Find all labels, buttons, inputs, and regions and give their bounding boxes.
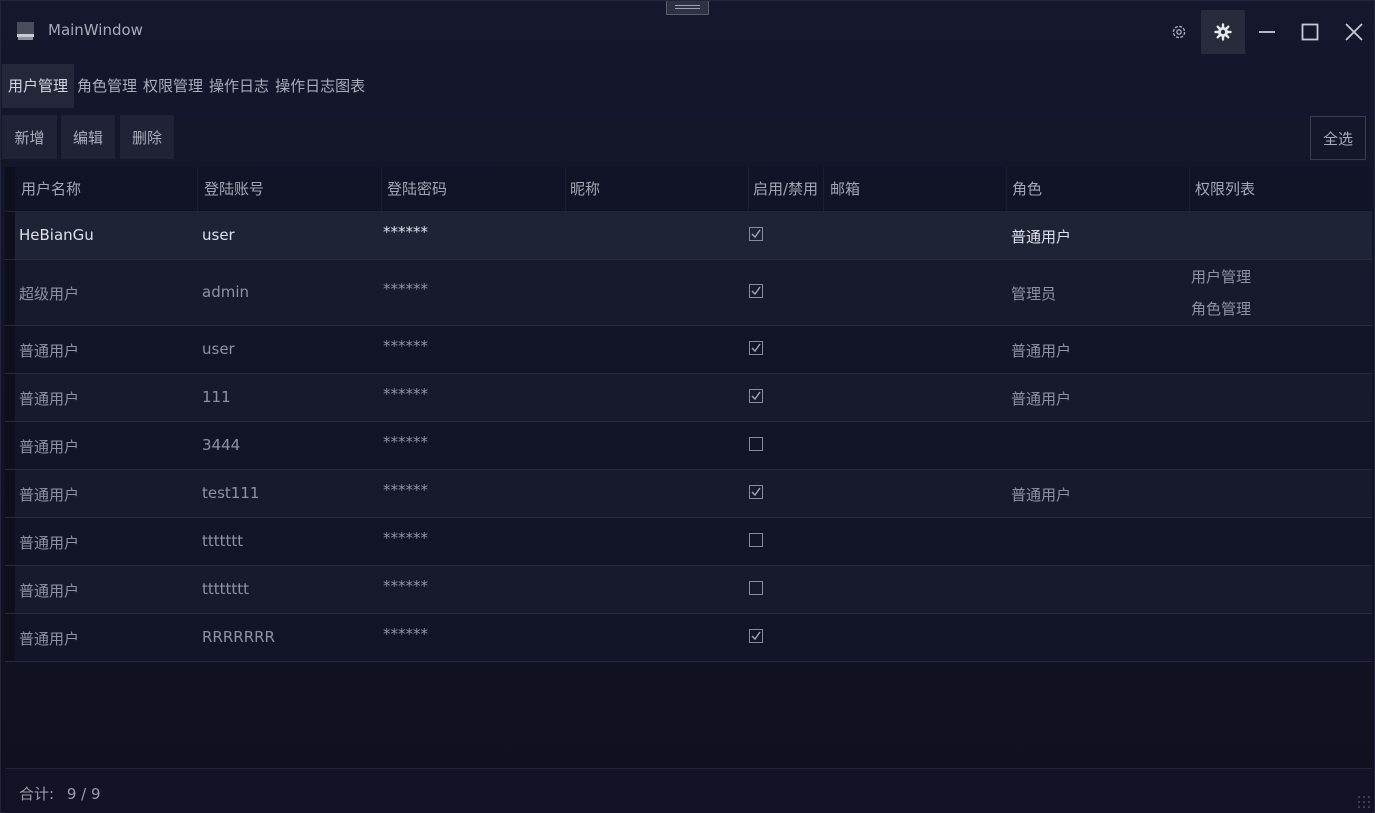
resize-grip-icon[interactable] <box>1358 796 1370 808</box>
theme-settings-button[interactable] <box>1157 10 1201 54</box>
cell-role: 普通用户 <box>1011 228 1072 246</box>
checkmark-icon <box>751 286 761 296</box>
table-row[interactable]: 普通用户 ttttttt ****** <box>5 518 1372 566</box>
enabled-checkbox[interactable] <box>749 485 763 499</box>
table-row[interactable]: HeBianGu user ****** 普通用户 <box>5 212 1372 260</box>
table-body: HeBianGu user ****** 普通用户 超级用户 admin ****** 管理员… <box>5 212 1372 662</box>
cell-password: ****** <box>383 337 428 355</box>
tab-permission-management[interactable]: 权限管理 <box>140 64 206 108</box>
column-header-permissions[interactable]: 权限列表 <box>1195 167 1255 211</box>
cell-password: ****** <box>383 280 428 298</box>
window-title: MainWindow <box>48 21 143 39</box>
tab-role-management[interactable]: 角色管理 <box>74 64 140 108</box>
table-row[interactable]: 超级用户 admin ****** 管理员 用户管理角色管理 <box>5 260 1372 326</box>
theme-settings-icon <box>1172 25 1186 39</box>
tab-operation-log[interactable]: 操作日志 <box>206 64 272 108</box>
user-table: 用户名称 登陆账号 登陆密码 昵称 启用/禁用 邮箱 角色 权限列表 HeBia… <box>5 167 1372 662</box>
table-row[interactable]: 普通用户 user ****** 普通用户 <box>5 326 1372 374</box>
cell-permission-item: 用户管理 <box>1191 268 1252 286</box>
enabled-checkbox[interactable] <box>749 341 763 355</box>
select-all-button[interactable]: 全选 <box>1310 116 1366 160</box>
tab-user-management[interactable]: 用户管理 <box>2 64 75 108</box>
app-icon <box>17 22 34 40</box>
cell-account: tttttttt <box>202 580 250 598</box>
drag-handle[interactable] <box>666 1 709 15</box>
column-header-password[interactable]: 登陆密码 <box>387 167 447 211</box>
cell-username: 超级用户 <box>19 285 80 303</box>
column-header-enabled[interactable]: 启用/禁用 <box>753 167 818 211</box>
cell-password: ****** <box>383 385 428 403</box>
checkmark-icon <box>751 229 761 239</box>
cell-password: ****** <box>383 577 428 595</box>
cell-username: 普通用户 <box>19 438 80 456</box>
enabled-checkbox[interactable] <box>749 581 763 595</box>
cell-account: RRRRRRR <box>202 628 275 646</box>
cell-role: 普通用户 <box>1011 342 1072 360</box>
settings-button[interactable] <box>1201 10 1245 54</box>
maximize-button[interactable] <box>1288 10 1332 54</box>
cell-password: ****** <box>383 529 428 547</box>
enabled-checkbox[interactable] <box>749 227 763 241</box>
cell-username: HeBianGu <box>19 226 94 244</box>
table-row[interactable]: 普通用户 test111 ****** 普通用户 <box>5 470 1372 518</box>
minimize-button[interactable] <box>1245 10 1289 54</box>
title-bar[interactable]: MainWindow <box>1 1 1374 63</box>
table-row[interactable]: 普通用户 RRRRRRR ****** <box>5 614 1372 662</box>
cell-username: 普通用户 <box>19 390 80 408</box>
delete-button[interactable]: 删除 <box>120 115 174 159</box>
column-header-nickname[interactable]: 昵称 <box>570 167 600 211</box>
cell-password: ****** <box>383 433 428 451</box>
maximize-icon <box>1301 23 1319 41</box>
checkmark-icon <box>751 391 761 401</box>
main-window: MainWindow 用户管理 角色管理 权限管理 操作日志 操作日志图表 新增… <box>0 0 1375 813</box>
close-icon <box>1345 23 1363 41</box>
checkmark-icon <box>751 631 761 641</box>
add-button[interactable]: 新增 <box>2 115 57 159</box>
cell-username: 普通用户 <box>19 342 80 360</box>
close-button[interactable] <box>1332 10 1375 54</box>
tab-bar: 用户管理 角色管理 权限管理 操作日志 操作日志图表 <box>2 64 368 108</box>
checkmark-icon <box>751 487 761 497</box>
cell-account: user <box>202 340 235 358</box>
total-count: 合计: 9 / 9 <box>19 783 101 804</box>
gear-icon <box>1214 23 1232 41</box>
cell-username: 普通用户 <box>19 582 80 600</box>
enabled-checkbox[interactable] <box>749 389 763 403</box>
total-value: 9 / 9 <box>66 785 101 803</box>
cell-password: ****** <box>383 223 428 241</box>
status-bar: 合计: 9 / 9 <box>5 768 1372 813</box>
table-row[interactable]: 普通用户 3444 ****** <box>5 422 1372 470</box>
cell-permission-item: 角色管理 <box>1191 300 1252 318</box>
column-header-email[interactable]: 邮箱 <box>830 167 860 211</box>
total-label: 合计: <box>19 785 55 803</box>
cell-username: 普通用户 <box>19 630 80 648</box>
table-row[interactable]: 普通用户 tttttttt ****** <box>5 566 1372 614</box>
column-header-account[interactable]: 登陆账号 <box>204 167 264 211</box>
cell-role: 普通用户 <box>1011 390 1072 408</box>
cell-role: 普通用户 <box>1011 486 1072 504</box>
column-header-username[interactable]: 用户名称 <box>21 167 81 211</box>
enabled-checkbox[interactable] <box>749 284 763 298</box>
cell-account: test111 <box>202 484 260 502</box>
checkmark-icon <box>751 343 761 353</box>
cell-password: ****** <box>383 625 428 643</box>
cell-username: 普通用户 <box>19 486 80 504</box>
cell-role: 管理员 <box>1011 285 1057 303</box>
cell-account: user <box>202 226 235 244</box>
enabled-checkbox[interactable] <box>749 629 763 643</box>
table-header: 用户名称 登陆账号 登陆密码 昵称 启用/禁用 邮箱 角色 权限列表 <box>5 167 1372 212</box>
cell-username: 普通用户 <box>19 534 80 552</box>
cell-account: 111 <box>202 388 231 406</box>
tab-operation-log-chart[interactable]: 操作日志图表 <box>272 64 368 108</box>
cell-password: ****** <box>383 481 428 499</box>
cell-account: 3444 <box>202 436 241 454</box>
cell-account: ttttttt <box>202 532 244 550</box>
table-row[interactable]: 普通用户 111 ****** 普通用户 <box>5 374 1372 422</box>
minimize-icon <box>1259 31 1275 33</box>
enabled-checkbox[interactable] <box>749 437 763 451</box>
enabled-checkbox[interactable] <box>749 533 763 547</box>
column-header-role[interactable]: 角色 <box>1012 167 1042 211</box>
edit-button[interactable]: 编辑 <box>61 115 115 159</box>
cell-account: admin <box>202 283 249 301</box>
